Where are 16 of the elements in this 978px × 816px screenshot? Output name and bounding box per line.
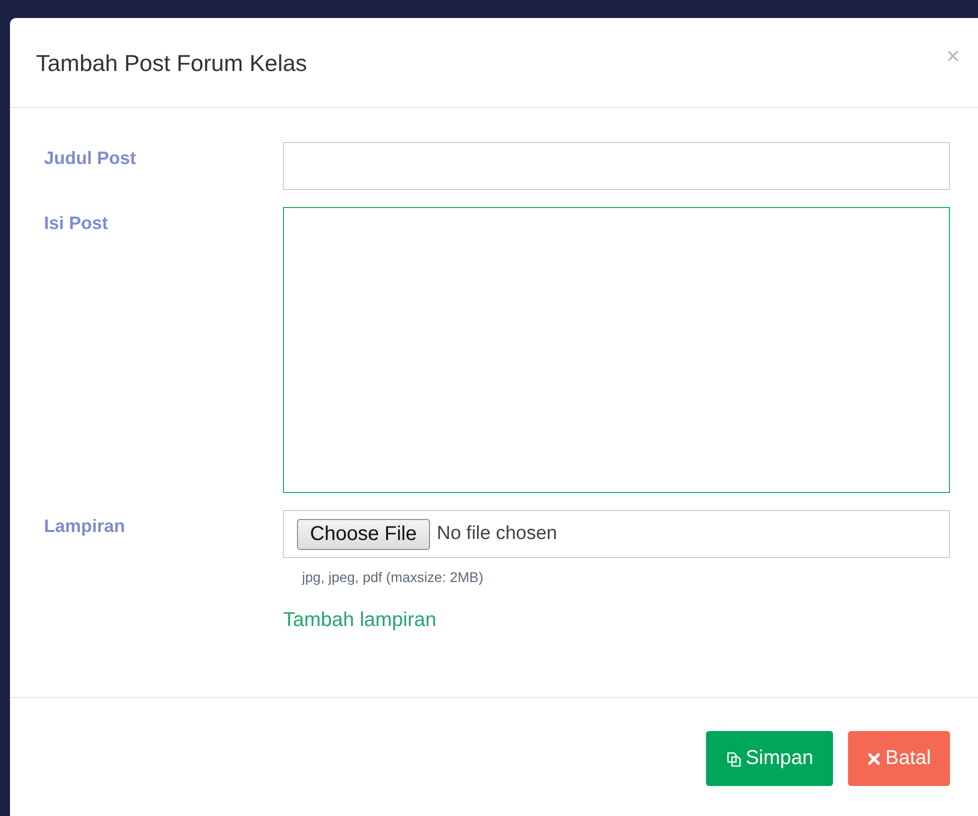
field-label: Judul Post [44, 147, 138, 170]
dialog-title: Tambah Post Forum Kelas [36, 50, 308, 77]
close-icon [867, 752, 882, 766]
field-label: Lampiran [44, 515, 126, 538]
choose-file-button[interactable]: Choose File [297, 518, 430, 550]
input-field[interactable] [283, 142, 950, 190]
file-status: No file chosen [436, 523, 558, 545]
add-attachment-link[interactable]: Tambah lampiran [283, 609, 436, 632]
save-button[interactable]: Simpan [706, 731, 834, 786]
close-button[interactable]: × [946, 42, 960, 70]
field-label: Isi Post [44, 212, 110, 235]
file-input[interactable]: Choose File No file chosen [283, 510, 950, 558]
copy-icon [726, 750, 742, 766]
text-area[interactable] [283, 207, 950, 493]
cancel-button[interactable]: Batal [848, 731, 950, 786]
help-text: jpg, jpeg, pdf (maxsize: 2MB) [302, 569, 484, 585]
